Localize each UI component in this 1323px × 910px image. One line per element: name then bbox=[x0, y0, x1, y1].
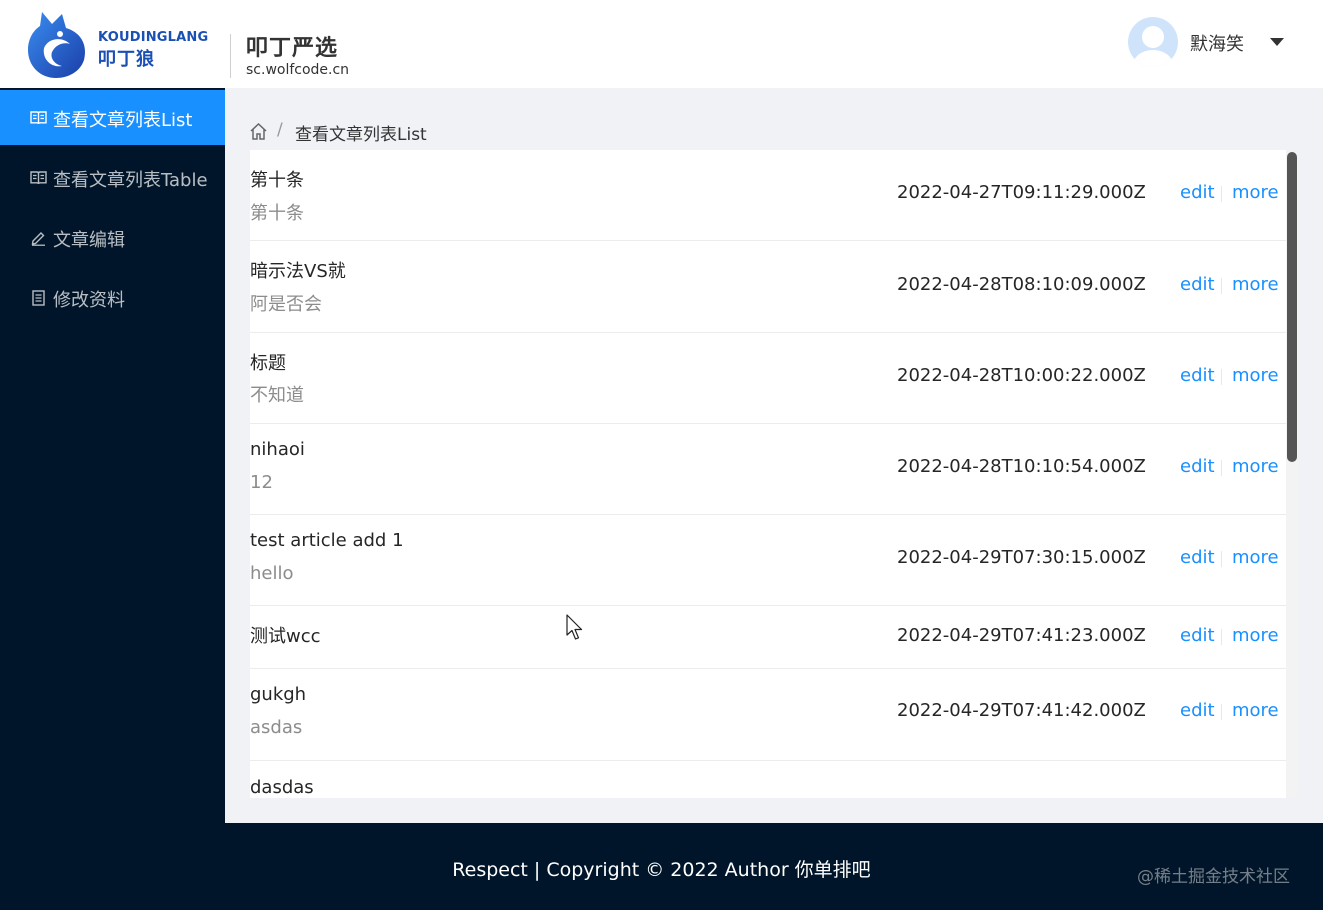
scrollbar-thumb[interactable] bbox=[1287, 152, 1297, 462]
article-date: 2022-04-28T10:10:54.000Z bbox=[897, 456, 1146, 477]
article-description: 阿是否会 bbox=[250, 294, 322, 315]
home-icon[interactable] bbox=[249, 122, 268, 141]
article-title[interactable]: gukgh bbox=[250, 684, 306, 705]
article-title[interactable]: 测试wcc bbox=[250, 622, 321, 648]
caret-down-icon[interactable] bbox=[1268, 34, 1286, 50]
header-divider bbox=[230, 34, 231, 78]
article-title[interactable]: 暗示法VS就 bbox=[250, 257, 346, 283]
more-link[interactable]: more bbox=[1232, 625, 1279, 646]
logo-english-text: KOUDINGLANG bbox=[98, 30, 209, 45]
action-divider bbox=[1221, 278, 1222, 294]
article-date: 2022-04-28T08:10:09.000Z bbox=[897, 274, 1146, 295]
article-date: 2022-04-27T09:11:29.000Z bbox=[897, 182, 1146, 203]
article-list: 第十条 第十条 2022-04-27T09:11:29.000Z edit mo… bbox=[250, 150, 1286, 798]
article-title[interactable]: 标题 bbox=[250, 349, 286, 375]
edit-link[interactable]: edit bbox=[1180, 625, 1215, 646]
edit-link[interactable]: edit bbox=[1180, 182, 1215, 203]
book-icon bbox=[30, 111, 47, 125]
article-description: 第十条 bbox=[250, 203, 304, 224]
list-item: 暗示法VS就 阿是否会 2022-04-28T08:10:09.000Z edi… bbox=[250, 241, 1286, 333]
list-item: 标题 不知道 2022-04-28T10:00:22.000Z edit mor… bbox=[250, 333, 1286, 424]
list-item: nihaoi 12 2022-04-28T10:10:54.000Z edit … bbox=[250, 424, 1286, 515]
main-content: / 查看文章列表List 第十条 第十条 2022-04-27T09:11:29… bbox=[225, 88, 1323, 823]
source-watermark: @稀土掘金技术社区 bbox=[1137, 867, 1290, 887]
edit-link[interactable]: edit bbox=[1180, 274, 1215, 295]
action-divider bbox=[1221, 369, 1222, 385]
logo-chinese-text: 叩丁狼 bbox=[98, 49, 155, 70]
sidebar-item-label: 查看文章列表Table bbox=[53, 170, 208, 191]
user-avatar-icon bbox=[1133, 26, 1173, 67]
sidebar-item-label: 修改资料 bbox=[53, 290, 125, 311]
sidebar-item-label: 查看文章列表List bbox=[53, 110, 193, 131]
more-link[interactable]: more bbox=[1232, 456, 1279, 477]
edit-icon bbox=[31, 232, 45, 246]
action-divider bbox=[1221, 186, 1222, 202]
article-title[interactable]: dasdas bbox=[250, 777, 314, 798]
edit-link[interactable]: edit bbox=[1180, 547, 1215, 568]
list-item: 第十条 第十条 2022-04-27T09:11:29.000Z edit mo… bbox=[250, 150, 1286, 241]
user-avatar[interactable] bbox=[1128, 17, 1178, 67]
sidebar-item-article-list[interactable]: 查看文章列表List bbox=[0, 90, 225, 145]
edit-link[interactable]: edit bbox=[1180, 700, 1215, 721]
article-date: 2022-04-29T07:30:15.000Z bbox=[897, 547, 1146, 568]
sidebar-item-label: 文章编辑 bbox=[53, 230, 125, 251]
breadcrumb-separator: / bbox=[277, 120, 283, 140]
breadcrumb-current: 查看文章列表List bbox=[295, 125, 427, 145]
brand-title: 叩丁严选 bbox=[246, 36, 339, 61]
article-title[interactable]: 第十条 bbox=[250, 166, 304, 192]
article-description: 12 bbox=[250, 472, 273, 493]
more-link[interactable]: more bbox=[1232, 547, 1279, 568]
action-divider bbox=[1221, 629, 1222, 645]
action-divider bbox=[1221, 460, 1222, 476]
list-item: gukgh asdas 2022-04-29T07:41:42.000Z edi… bbox=[250, 669, 1286, 761]
username[interactable]: 默海笑 bbox=[1190, 30, 1244, 56]
sidebar-menu: 查看文章列表List 查看文章列表Table 文章编辑 修改资料 bbox=[0, 88, 225, 823]
article-title[interactable]: test article add 1 bbox=[250, 530, 404, 551]
article-description: asdas bbox=[250, 717, 303, 738]
list-item: dasdas bbox=[250, 761, 1286, 798]
article-description: 不知道 bbox=[250, 385, 304, 406]
more-link[interactable]: more bbox=[1232, 365, 1279, 386]
edit-link[interactable]: edit bbox=[1180, 456, 1215, 477]
article-date: 2022-04-28T10:00:22.000Z bbox=[897, 365, 1146, 386]
app-header: KOUDINGLANG 叩丁狼 叩丁严选 sc.wolfcode.cn 默海笑 bbox=[0, 0, 1323, 88]
more-link[interactable]: more bbox=[1232, 274, 1279, 295]
sidebar-item-edit-profile[interactable]: 修改资料 bbox=[0, 270, 225, 325]
more-link[interactable]: more bbox=[1232, 700, 1279, 721]
article-description: hello bbox=[250, 563, 294, 584]
article-date: 2022-04-29T07:41:23.000Z bbox=[897, 625, 1146, 646]
sidebar-item-article-table[interactable]: 查看文章列表Table bbox=[0, 150, 225, 205]
article-date: 2022-04-29T07:41:42.000Z bbox=[897, 700, 1146, 721]
wolf-logo-icon bbox=[28, 12, 86, 78]
edit-link[interactable]: edit bbox=[1180, 365, 1215, 386]
list-item: 测试wcc 2022-04-29T07:41:23.000Z edit more bbox=[250, 606, 1286, 669]
profile-icon bbox=[32, 290, 45, 306]
sidebar-item-article-edit[interactable]: 文章编辑 bbox=[0, 210, 225, 265]
book-icon bbox=[30, 171, 47, 185]
list-item: test article add 1 hello 2022-04-29T07:3… bbox=[250, 515, 1286, 606]
brand-url: sc.wolfcode.cn bbox=[246, 62, 350, 78]
action-divider bbox=[1221, 551, 1222, 567]
footer-copyright: Respect | Copyright © 2022 Author 你单排吧 bbox=[452, 859, 871, 881]
article-title[interactable]: nihaoi bbox=[250, 439, 305, 460]
more-link[interactable]: more bbox=[1232, 182, 1279, 203]
action-divider bbox=[1221, 704, 1222, 720]
mouse-pointer-icon bbox=[566, 614, 583, 640]
